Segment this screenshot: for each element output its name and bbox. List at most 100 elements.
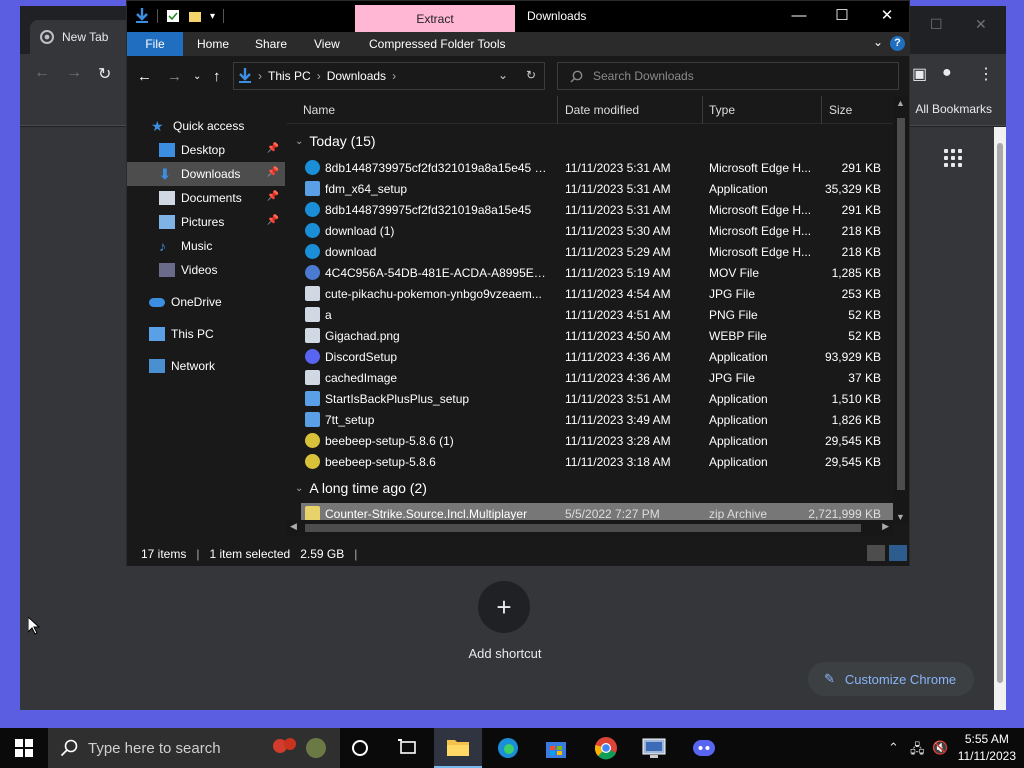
downloads-folder-icon — [239, 68, 251, 83]
edge-icon — [498, 738, 518, 758]
file-name: cute-pikachu-pokemon-ynbgo9vzeaem... — [325, 287, 542, 301]
installer-icon — [305, 181, 320, 196]
ribbon-tab-compressed[interactable]: Compressed Folder Tools — [369, 32, 506, 56]
file-row[interactable]: DiscordSetup 11/11/2023 4:36 AM Applicatio… — [301, 346, 895, 367]
search-input[interactable]: Search Downloads — [593, 69, 694, 83]
search-box[interactable]: Search Downloads — [557, 62, 899, 90]
nav-quick-access[interactable]: ★ Quick access — [127, 114, 285, 138]
taskbar-edge[interactable] — [484, 728, 532, 768]
tray-overflow-icon[interactable]: ⌃ — [888, 740, 899, 756]
cortana-icon — [352, 740, 368, 756]
ribbon-tab-home[interactable]: Home — [197, 32, 229, 56]
list-horizontal-scrollbar[interactable]: ◀ ▶ — [287, 520, 893, 536]
file-row[interactable]: 8db1448739975cf2fd321019a8a15e45 (1) 11/1… — [301, 157, 895, 178]
chrome-scrollbar[interactable] — [994, 127, 1006, 710]
properties-icon[interactable] — [166, 9, 180, 23]
ribbon-tab-share[interactable]: Share — [255, 32, 287, 56]
refresh-icon[interactable]: ↻ — [526, 68, 536, 82]
ribbon-expand-icon[interactable]: ⌄ — [873, 35, 883, 49]
nav-documents[interactable]: Documents 📌 — [127, 186, 285, 210]
file-row[interactable]: fdm_x64_setup 11/11/2023 5:31 AM Applicati… — [301, 178, 895, 199]
breadcrumb-downloads[interactable]: Downloads — [327, 69, 386, 83]
forward-arrow-icon[interactable]: → — [167, 68, 182, 85]
clock[interactable]: 5:55 AM 11/11/2023 — [958, 731, 1016, 765]
nav-thispc[interactable]: This PC — [127, 322, 285, 346]
discord-icon — [693, 740, 715, 756]
volume-muted-icon[interactable]: 🔇 — [932, 740, 948, 756]
details-view-icon[interactable] — [867, 545, 885, 561]
chrome-close-icon[interactable]: ✕ — [975, 16, 987, 33]
group-longago[interactable]: ⌄ A long time ago (2) — [295, 477, 427, 499]
file-row[interactable]: beebeep-setup-5.8.6 (1) 11/11/2023 3:28 A… — [301, 430, 895, 451]
taskbar-discord[interactable] — [680, 728, 728, 768]
taskbar-chrome[interactable] — [582, 728, 630, 768]
nav-desktop[interactable]: Desktop 📌 — [127, 138, 285, 162]
file-type: Application — [709, 434, 768, 448]
apps-grid-icon[interactable] — [944, 149, 962, 167]
nav-music[interactable]: ♪ Music — [127, 234, 285, 258]
back-arrow-icon[interactable]: ← — [137, 68, 152, 85]
file-row[interactable]: 7tt_setup 11/11/2023 3:49 AM Application 1,… — [301, 409, 895, 430]
ribbon-tab-view[interactable]: View — [314, 32, 340, 56]
all-bookmarks-link[interactable]: All Bookmarks — [915, 102, 992, 116]
taskbar-store[interactable] — [532, 728, 580, 768]
new-folder-icon[interactable] — [188, 9, 202, 23]
column-size[interactable]: Size — [829, 103, 852, 117]
chrome-maximize-icon[interactable]: ☐ — [930, 16, 943, 33]
taskbar-remote-desktop[interactable] — [630, 728, 678, 768]
list-vertical-scrollbar[interactable]: ▲ ▼ — [893, 96, 909, 524]
file-size: 1,285 KB — [831, 266, 881, 280]
taskbar-search[interactable]: Type here to search — [48, 728, 340, 768]
taskbar-search-input[interactable]: Type here to search — [88, 740, 221, 757]
task-view-button[interactable] — [384, 728, 432, 768]
profile-icon[interactable]: ● — [942, 64, 952, 82]
up-arrow-icon[interactable]: ↑ — [213, 68, 221, 85]
address-dropdown-icon[interactable]: ⌄ — [498, 68, 508, 82]
file-row[interactable]: a 11/11/2023 4:51 AM PNG File 52 KB — [301, 304, 895, 325]
file-row[interactable]: download 11/11/2023 5:29 AM Microsoft Edge… — [301, 241, 895, 262]
menu-icon[interactable]: ⋮ — [978, 64, 994, 84]
back-icon[interactable]: ← — [34, 64, 50, 82]
address-bar[interactable]: › This PC › Downloads › ⌄ ↻ — [233, 62, 545, 90]
network-tray-icon[interactable]: 🖧 — [910, 740, 925, 762]
nav-network[interactable]: Network — [127, 354, 285, 378]
cortana-button[interactable] — [336, 728, 384, 768]
file-row[interactable]: Gigachad.png 11/11/2023 4:50 AM WEBP File 5… — [301, 325, 895, 346]
file-row[interactable]: 8db1448739975cf2fd321019a8a15e45 11/11/20… — [301, 199, 895, 220]
qat-dropdown-icon[interactable]: ▾ — [210, 11, 215, 22]
add-shortcut-button[interactable]: + — [478, 581, 530, 633]
taskbar-file-explorer[interactable] — [434, 728, 482, 768]
nav-onedrive[interactable]: OneDrive — [127, 290, 285, 314]
customize-chrome-button[interactable]: ✎ Customize Chrome — [808, 662, 974, 696]
file-row[interactable]: 4C4C956A-54DB-481E-ACDA-A8995EC2E... 11/1… — [301, 262, 895, 283]
column-date-modified[interactable]: Date modified — [565, 103, 639, 117]
group-today[interactable]: ⌄ Today (15) — [295, 130, 376, 152]
reload-icon[interactable]: ↻ — [98, 64, 111, 84]
file-row[interactable]: download (1) 11/11/2023 5:30 AM Microsoft … — [301, 220, 895, 241]
maximize-icon[interactable]: ☐ — [830, 5, 854, 27]
nav-downloads[interactable]: ⬇ Downloads 📌 — [127, 162, 285, 186]
start-button[interactable] — [0, 728, 48, 768]
sidepanel-icon[interactable]: ▣ — [912, 64, 927, 84]
recent-dropdown-icon[interactable]: ⌄ — [193, 71, 201, 82]
help-icon[interactable]: ? — [890, 36, 905, 51]
nav-pictures[interactable]: Pictures 📌 — [127, 210, 285, 234]
address-row: ← → ⌄ ↑ › This PC › Downloads › ⌄ ↻ Sear… — [127, 56, 909, 96]
large-icons-view-icon[interactable] — [889, 545, 907, 561]
pictures-icon — [159, 215, 175, 229]
minimize-icon[interactable]: — — [787, 5, 811, 27]
file-row[interactable]: StartIsBackPlusPlus_setup 11/11/2023 3:51… — [301, 388, 895, 409]
close-icon[interactable]: ✕ — [875, 5, 899, 27]
forward-icon[interactable]: → — [66, 64, 82, 82]
file-row[interactable]: cachedImage 11/11/2023 4:36 AM JPG File 37 … — [301, 367, 895, 388]
column-type[interactable]: Type — [709, 103, 735, 117]
column-name[interactable]: Name — [303, 103, 335, 117]
extract-context-tab[interactable]: Extract — [355, 5, 515, 32]
nav-videos[interactable]: Videos — [127, 258, 285, 282]
file-row[interactable]: beebeep-setup-5.8.6 11/11/2023 3:18 AM App… — [301, 451, 895, 472]
documents-icon — [159, 191, 175, 205]
breadcrumb-thispc[interactable]: This PC — [268, 69, 311, 83]
ribbon-tab-file[interactable]: File — [127, 32, 183, 56]
chevron-right-icon: › — [392, 69, 397, 83]
file-row[interactable]: cute-pikachu-pokemon-ynbgo9vzeaem... 11/1… — [301, 283, 895, 304]
